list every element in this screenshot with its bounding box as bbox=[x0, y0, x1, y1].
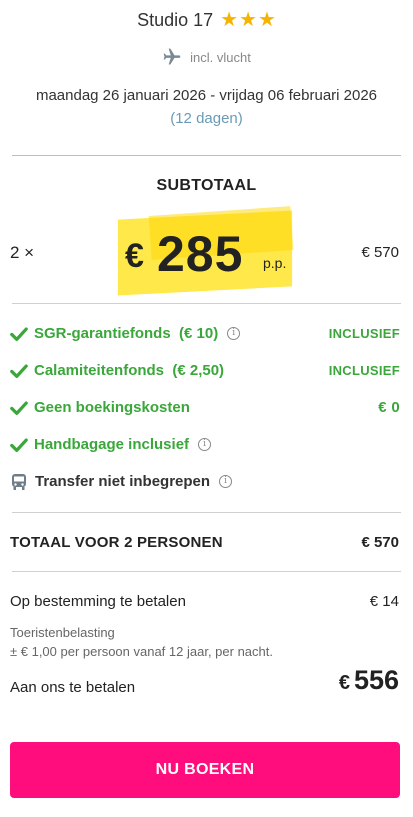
trip-header: Studio 17 ★ ★ ★ incl. vlucht maandag 26 … bbox=[0, 0, 413, 130]
divider bbox=[12, 155, 401, 156]
check-icon bbox=[10, 326, 28, 341]
feature-label: SGR-garantiefonds (€ 10) bbox=[34, 325, 219, 342]
star-icon: ★ bbox=[239, 9, 257, 31]
info-icon[interactable]: i bbox=[219, 475, 233, 488]
bus-icon bbox=[12, 473, 26, 490]
price-per-person: 285 bbox=[157, 226, 244, 282]
final-amount-label: Aan ons te betalen bbox=[10, 679, 136, 696]
title-row: Studio 17 ★ ★ ★ bbox=[0, 0, 413, 32]
subtotal-price-row: 2 × € 285 p.p. € 570 bbox=[0, 199, 413, 299]
final-currency: € bbox=[338, 672, 350, 694]
total-value: € 570 bbox=[361, 533, 399, 551]
destination-payment-label: Op bestemming te betalen bbox=[10, 592, 186, 610]
tax-title: Toeristenbelasting bbox=[10, 625, 115, 640]
book-now-button[interactable]: NU BOEKEN bbox=[10, 742, 400, 798]
airplane-icon bbox=[163, 48, 181, 65]
feature-booking-costs: Geen boekingskosten € 0 bbox=[0, 389, 413, 426]
per-person-label: p.p. bbox=[263, 255, 287, 271]
feature-transfer: Transfer niet inbegrepen i bbox=[0, 463, 413, 500]
destination-payment-value: € 14 bbox=[369, 592, 399, 610]
feature-label: Handbagage inclusief bbox=[34, 436, 190, 453]
star-icon: ★ bbox=[220, 9, 239, 31]
feature-hand-luggage: Handbagage inclusief i bbox=[0, 426, 413, 463]
feature-sgr-garantiefonds: SGR-garantiefonds (€ 10) i INCLUSIEF bbox=[0, 315, 413, 352]
final-amount: €556 bbox=[339, 665, 399, 696]
travel-dates: maandag 26 januari 2026 - vrijdag 06 feb… bbox=[35, 87, 378, 104]
flight-info: incl. vlucht bbox=[0, 48, 413, 66]
tax-description: ± € 1,00 per persoon vanaf 12 jaar, per … bbox=[10, 644, 273, 659]
feature-status: INCLUSIEF bbox=[328, 363, 400, 378]
info-icon[interactable]: i bbox=[227, 327, 241, 340]
feature-label: Geen boekingskosten bbox=[34, 399, 190, 416]
feature-status: INCLUSIEF bbox=[328, 326, 400, 341]
destination-payment-row: Op bestemming te betalen € 14 bbox=[0, 572, 413, 630]
hotel-name: Studio 17 bbox=[137, 9, 214, 30]
final-amount-value: 556 bbox=[353, 665, 399, 695]
info-icon[interactable]: i bbox=[198, 438, 212, 451]
check-icon bbox=[10, 363, 28, 378]
check-icon bbox=[10, 437, 28, 452]
subtotal-line-total: € 570 bbox=[361, 244, 399, 261]
subtotal-title: SUBTOTAAL bbox=[156, 177, 257, 194]
feature-label: Transfer niet inbegrepen bbox=[35, 473, 211, 490]
flight-label: incl. vlucht bbox=[190, 49, 251, 65]
traveler-quantity: 2 × bbox=[10, 243, 35, 262]
trip-duration: (12 dagen) bbox=[170, 110, 243, 127]
price-currency: € bbox=[125, 237, 144, 275]
star-icon: ★ bbox=[258, 9, 276, 31]
check-icon bbox=[10, 400, 28, 415]
final-amount-row: Aan ons te betalen €556 bbox=[0, 665, 413, 696]
feature-status: € 0 bbox=[378, 399, 400, 416]
total-label: TOTAAL VOOR 2 PERSONEN bbox=[10, 533, 223, 551]
feature-label: Calamiteitenfonds (€ 2,50) bbox=[34, 362, 225, 379]
included-features-list: SGR-garantiefonds (€ 10) i INCLUSIEF Cal… bbox=[0, 315, 413, 500]
divider bbox=[12, 303, 401, 304]
feature-calamiteitenfonds: Calamiteitenfonds (€ 2,50) INCLUSIEF bbox=[0, 352, 413, 389]
total-row: TOTAAL VOOR 2 PERSONEN € 570 bbox=[0, 513, 413, 571]
